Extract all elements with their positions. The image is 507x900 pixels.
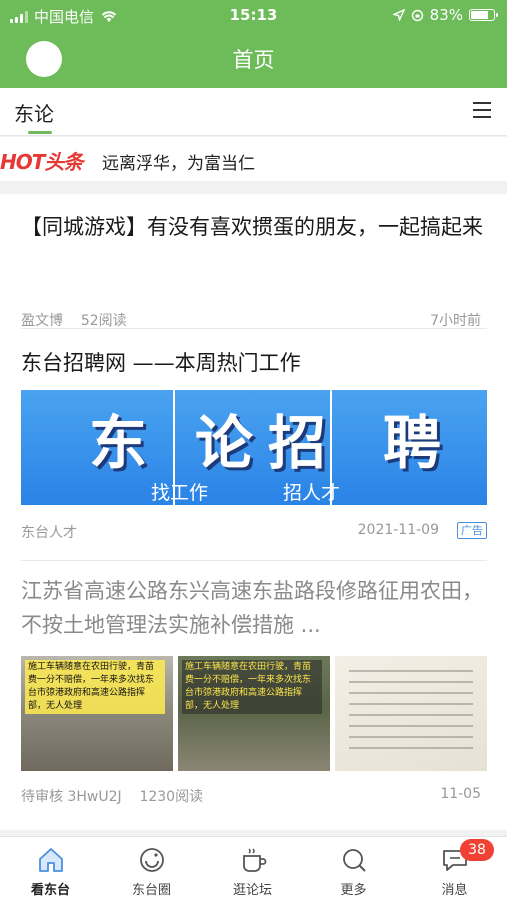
feed-item-images[interactable]: 施工车辆随意在农田行驶，青苗费一分不赔偿，一年来多次找东台市弶港政府和高速公路指… <box>21 656 487 771</box>
feed-item-title[interactable]: 东台招聘网 ——本周热门工作 <box>21 346 487 380</box>
battery-percent: 83% <box>429 6 463 24</box>
search-icon <box>343 849 366 872</box>
page-title: 首页 <box>232 48 275 72</box>
feed-item-title[interactable]: 【同城游戏】有没有喜欢掼蛋的朋友，一起搞起来 <box>21 210 487 244</box>
bottom-tab-label: 逛论坛 <box>232 883 272 898</box>
hot-logo: HOT头条 <box>0 150 83 174</box>
image-caption: 施工车辆随意在农田行驶，青苗费一分不赔偿，一年来多次找东台市弶港政府和高速公路指… <box>182 660 322 714</box>
active-tab-indicator <box>28 131 52 134</box>
feed-image[interactable] <box>335 656 487 771</box>
feed-item-reads: 52阅读 <box>80 313 127 329</box>
divider <box>21 560 487 561</box>
hot-headline[interactable]: 远离浮华，为富当仁 <box>102 149 255 174</box>
bottom-tab-label: 看东台 <box>30 883 70 898</box>
top-bar: 中国电信 15:13 83% 首页 <box>0 0 507 88</box>
feed-image[interactable]: 施工车辆随意在农田行驶，青苗费一分不赔偿，一年来多次找东台市弶港政府和高速公路指… <box>178 656 330 771</box>
bottom-tab-circle[interactable]: 东台圈 <box>101 837 202 900</box>
banner-char: 东 <box>89 409 150 477</box>
battery-icon <box>469 9 498 21</box>
feed-item-time: 7小时前 <box>430 313 481 329</box>
ad-badge: 广告 <box>457 522 487 539</box>
feed-item-date: 2021-11-09 <box>357 522 439 538</box>
document-lines <box>349 670 473 758</box>
feed-item-time: 11-05 <box>440 786 481 802</box>
feed-item-ad[interactable]: 东台招聘网 ——本周热门工作 东 论 招 聘 找工作 招人才 东台人才 2021… <box>21 346 487 541</box>
feed-item-author: 待审核 3HwU2J <box>21 789 122 805</box>
feed-item-author: 盈文博 <box>21 313 63 329</box>
feed-item-title[interactable]: 江苏省高速公路东兴高速东盐路段修路征用农田，不按土地管理法实施补偿措施 ... <box>21 574 487 642</box>
feed-item[interactable]: 【同城游戏】有没有喜欢掼蛋的朋友，一起搞起来 盈文博 52阅读 7小时前 <box>21 210 487 329</box>
rotation-lock-icon <box>411 9 423 21</box>
banner-char: 招 <box>268 409 329 477</box>
feed-item-reads: 1230阅读 <box>139 789 204 805</box>
banner-subtext: 找工作 <box>151 482 209 504</box>
bottom-tab-home[interactable]: 看东台 <box>0 837 101 900</box>
hot-headline-bar[interactable]: HOT头条 远离浮华，为富当仁 <box>0 137 507 181</box>
bottom-tab-more[interactable]: 更多 <box>303 837 404 900</box>
image-caption: 施工车辆随意在农田行驶，青苗费一分不赔偿，一年来多次找东台市弶港政府和高速公路指… <box>25 660 165 714</box>
home-icon <box>39 848 63 872</box>
feed-image[interactable]: 施工车辆随意在农田行驶，青苗费一分不赔偿，一年来多次找东台市弶港政府和高速公路指… <box>21 656 173 771</box>
bottom-tab-messages[interactable]: 38 消息 <box>404 837 505 900</box>
feed-item-meta: 待审核 3HwU2J 1230阅读 11-05 <box>21 786 487 806</box>
banner-subtext: 招人才 <box>283 482 341 504</box>
bottom-tab-forum[interactable]: 逛论坛 <box>202 837 303 900</box>
feed-item-author: 东台人才 <box>21 525 77 541</box>
location-icon <box>392 9 405 21</box>
feed-item-meta: 东台人才 2021-11-09 广告 <box>21 522 487 542</box>
news-feed: 【同城游戏】有没有喜欢掼蛋的朋友，一起搞起来 盈文博 52阅读 7小时前 东台招… <box>0 194 507 830</box>
channel-tabs: 东论 <box>0 88 507 136</box>
tab-donglun[interactable]: 东论 <box>14 98 54 127</box>
bottom-tab-label: 更多 <box>340 883 367 898</box>
bottom-tab-label: 消息 <box>441 883 468 898</box>
circle-icon <box>140 848 164 872</box>
unread-badge: 38 <box>460 839 494 861</box>
bottom-tab-bar: 看东台 东台圈 逛论坛 更多 38 消息 <box>0 836 507 900</box>
feed-item-meta: 盈文博 52阅读 7小时前 <box>21 310 487 330</box>
status-bar: 中国电信 15:13 83% <box>0 0 507 30</box>
feed-item[interactable]: 江苏省高速公路东兴高速东盐路段修路征用农田，不按土地管理法实施补偿措施 ... … <box>21 574 487 805</box>
recruit-banner[interactable]: 东 论 招 聘 找工作 招人才 <box>21 390 487 505</box>
banner-char: 论 <box>195 409 256 477</box>
divider <box>21 328 487 329</box>
banner-char: 聘 <box>383 409 444 477</box>
menu-icon[interactable] <box>473 102 491 118</box>
coffee-icon <box>243 848 267 872</box>
bottom-tab-label: 东台圈 <box>131 883 171 898</box>
